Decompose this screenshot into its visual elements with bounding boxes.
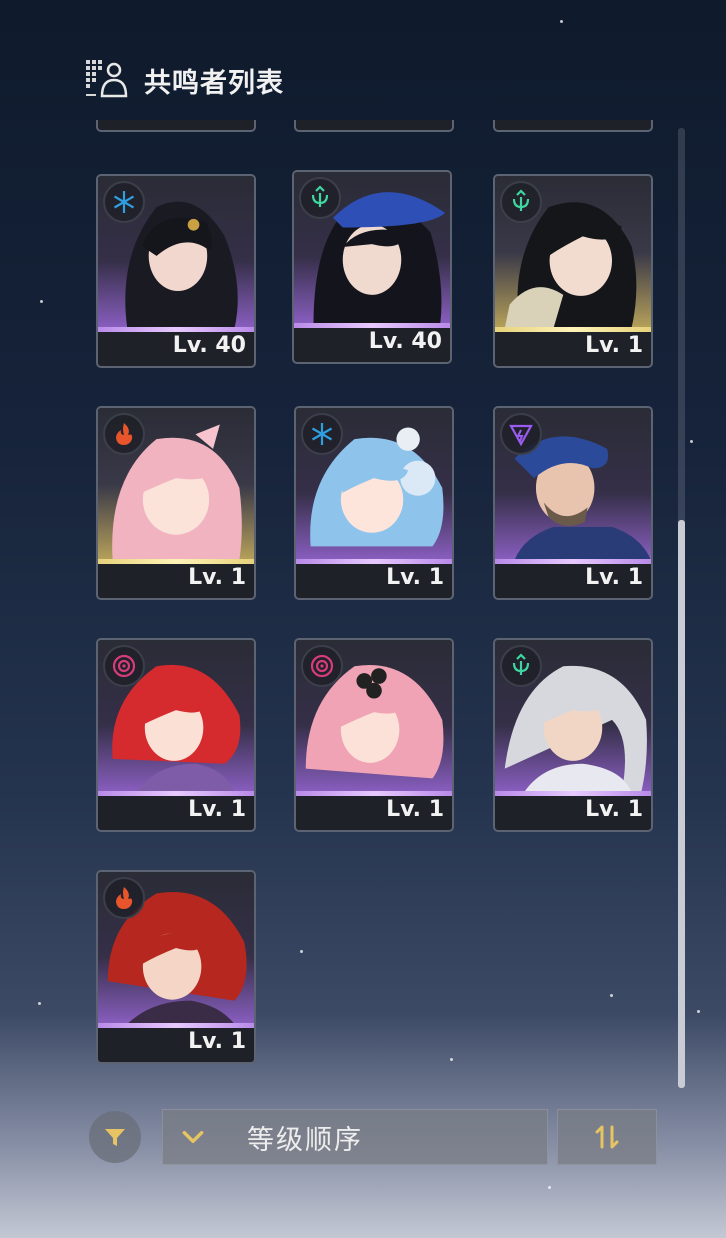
level-label: Lv. 1 — [585, 333, 643, 358]
resonator-grid: Lv. 40 Lv. 40 Lv. 1 Lv. 1 Lv. 1 Lv. 1 Lv… — [0, 120, 726, 1080]
level-label: Lv. 1 — [585, 797, 643, 822]
havoc-icon — [301, 645, 343, 687]
fusion-icon — [103, 877, 145, 919]
aero-icon — [500, 645, 542, 687]
glacio-icon — [103, 181, 145, 223]
sort-toolbar: 等级顺序 — [0, 1108, 726, 1168]
resonator-card[interactable]: Lv. 1 — [96, 638, 256, 832]
glacio-icon — [301, 413, 343, 455]
resonator-card[interactable]: Lv. 40 — [96, 174, 256, 368]
page-title: 共鸣者列表 — [144, 67, 284, 99]
level-label: Lv. 1 — [585, 565, 643, 590]
havoc-icon — [103, 645, 145, 687]
sort-dropdown[interactable]: 等级顺序 — [162, 1109, 548, 1165]
electro-icon — [500, 413, 542, 455]
resonator-card[interactable]: Lv. 1 — [493, 174, 653, 368]
resonator-card[interactable]: Lv. 1 — [96, 406, 256, 600]
level-label: Lv. 40 — [368, 329, 442, 354]
sort-label: 等级顺序 — [247, 1124, 363, 1156]
resonator-card[interactable]: Lv. 1 — [493, 406, 653, 600]
sort-order-icon — [595, 1125, 619, 1149]
level-label: Lv. 1 — [188, 797, 246, 822]
resonator-card-partial[interactable] — [294, 120, 454, 132]
chevron-down-icon — [163, 1109, 223, 1165]
resonator-card[interactable]: Lv. 40 — [292, 170, 452, 364]
fusion-icon — [103, 413, 145, 455]
scrollbar-thumb[interactable] — [678, 520, 685, 1088]
sort-order-button[interactable] — [557, 1109, 657, 1165]
filter-icon — [105, 1129, 125, 1146]
resonator-card[interactable]: Lv. 1 — [96, 870, 256, 1064]
scrollbar-track[interactable] — [678, 128, 685, 1088]
aero-icon — [299, 177, 341, 219]
level-label: Lv. 1 — [188, 1029, 246, 1054]
resonator-card[interactable]: Lv. 1 — [294, 406, 454, 600]
level-label: Lv. 1 — [386, 565, 444, 590]
resonator-card-partial[interactable] — [493, 120, 653, 132]
resonator-card[interactable]: Lv. 1 — [294, 638, 454, 832]
aero-icon — [500, 181, 542, 223]
level-label: Lv. 1 — [386, 797, 444, 822]
resonator-card[interactable]: Lv. 1 — [493, 638, 653, 832]
level-label: Lv. 1 — [188, 565, 246, 590]
level-label: Lv. 40 — [172, 333, 246, 358]
filter-button[interactable] — [89, 1111, 141, 1163]
resonator-card-partial[interactable] — [96, 120, 256, 132]
resonator-list-icon — [84, 58, 128, 102]
page-header: 共鸣者列表 — [84, 58, 284, 102]
